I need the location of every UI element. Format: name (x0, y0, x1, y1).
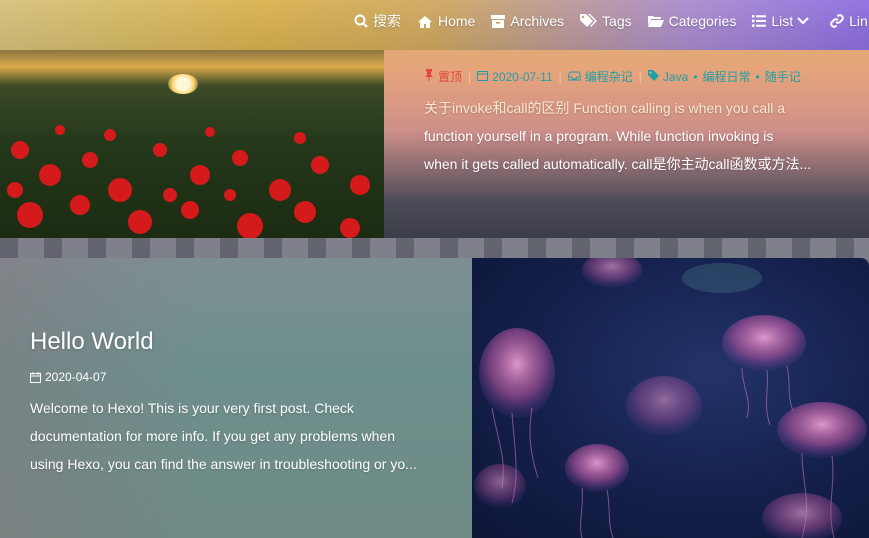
nav-tags-label: Tags (602, 13, 632, 29)
archive-icon (491, 14, 506, 28)
nav-categories[interactable]: Categories (647, 13, 737, 29)
post-date: 2020-07-11 (492, 69, 553, 84)
calendar-icon (477, 70, 489, 84)
excerpt-line: when it gets called automatically. call是… (424, 156, 812, 172)
nav-archives-label: Archives (510, 13, 565, 29)
nav-search[interactable]: 搜索 (354, 11, 401, 31)
tags-icon (580, 14, 598, 27)
search-icon (354, 14, 368, 28)
home-icon (418, 15, 432, 28)
nav-search-label: 搜索 (373, 13, 401, 29)
jellyfish-graphic (474, 258, 867, 538)
nav-menu: 搜索 Home Archives Tags Categories List Li… (354, 0, 869, 42)
excerpt-line: documentation for more info. If you get … (30, 428, 395, 444)
featured-post-meta: 置顶 | 2020-07-11 | 编程杂记 | Java • 编程日常 • 随… (424, 68, 801, 85)
chevron-down-icon (797, 17, 809, 25)
post-meta: 2020-04-07 (30, 370, 106, 384)
post-tag-link[interactable]: 编程日常 (702, 68, 750, 85)
post-card[interactable]: Hello World 2020-04-07 Welcome to Hexo! … (0, 258, 869, 538)
top-navbar: 搜索 Home Archives Tags Categories List Li… (0, 0, 869, 50)
post-title[interactable]: Hello World (30, 328, 154, 356)
tag-dot: • (693, 69, 698, 84)
nav-list-label: List (771, 13, 794, 29)
sticky-label: 置顶 (438, 70, 463, 84)
calendar-icon (30, 371, 41, 383)
inbox-icon (567, 70, 582, 84)
post-tag-link[interactable]: 随手记 (765, 68, 801, 85)
excerpt-line: 关于invoke和call的区别 Function calling is whe… (424, 100, 786, 116)
list-icon (752, 15, 767, 27)
tag-dot: • (755, 69, 760, 84)
nav-categories-label: Categories (668, 13, 737, 29)
post-date: 2020-04-07 (45, 370, 107, 384)
tag-icon (647, 69, 659, 84)
excerpt-line: Welcome to Hexo! This is your very first… (30, 400, 354, 416)
nav-links-label: Lin (849, 13, 868, 29)
post-cover-image[interactable] (472, 258, 869, 538)
nav-archives[interactable]: Archives (491, 13, 564, 29)
excerpt-line: using Hexo, you can find the answer in t… (30, 456, 417, 472)
nav-list-dropdown[interactable]: List (752, 13, 814, 29)
folder-open-icon (647, 16, 664, 27)
nav-links[interactable]: Lin (830, 13, 868, 29)
nav-tags[interactable]: Tags (580, 13, 632, 29)
post-category-link[interactable]: 编程杂记 (585, 68, 633, 85)
meta-separator: | (558, 69, 562, 84)
post-tag-link[interactable]: Java (663, 70, 688, 84)
meta-separator: | (638, 69, 642, 84)
excerpt-line: function yourself in a program. While fu… (424, 128, 774, 144)
pin-icon (424, 69, 434, 84)
featured-post-excerpt: 关于invoke和call的区别 Function calling is whe… (424, 94, 834, 178)
nav-home-label: Home (438, 13, 476, 29)
link-icon (830, 14, 844, 28)
nav-home[interactable]: Home (417, 13, 475, 29)
post-excerpt: Welcome to Hexo! This is your very first… (30, 394, 450, 478)
meta-separator: | (468, 69, 472, 84)
